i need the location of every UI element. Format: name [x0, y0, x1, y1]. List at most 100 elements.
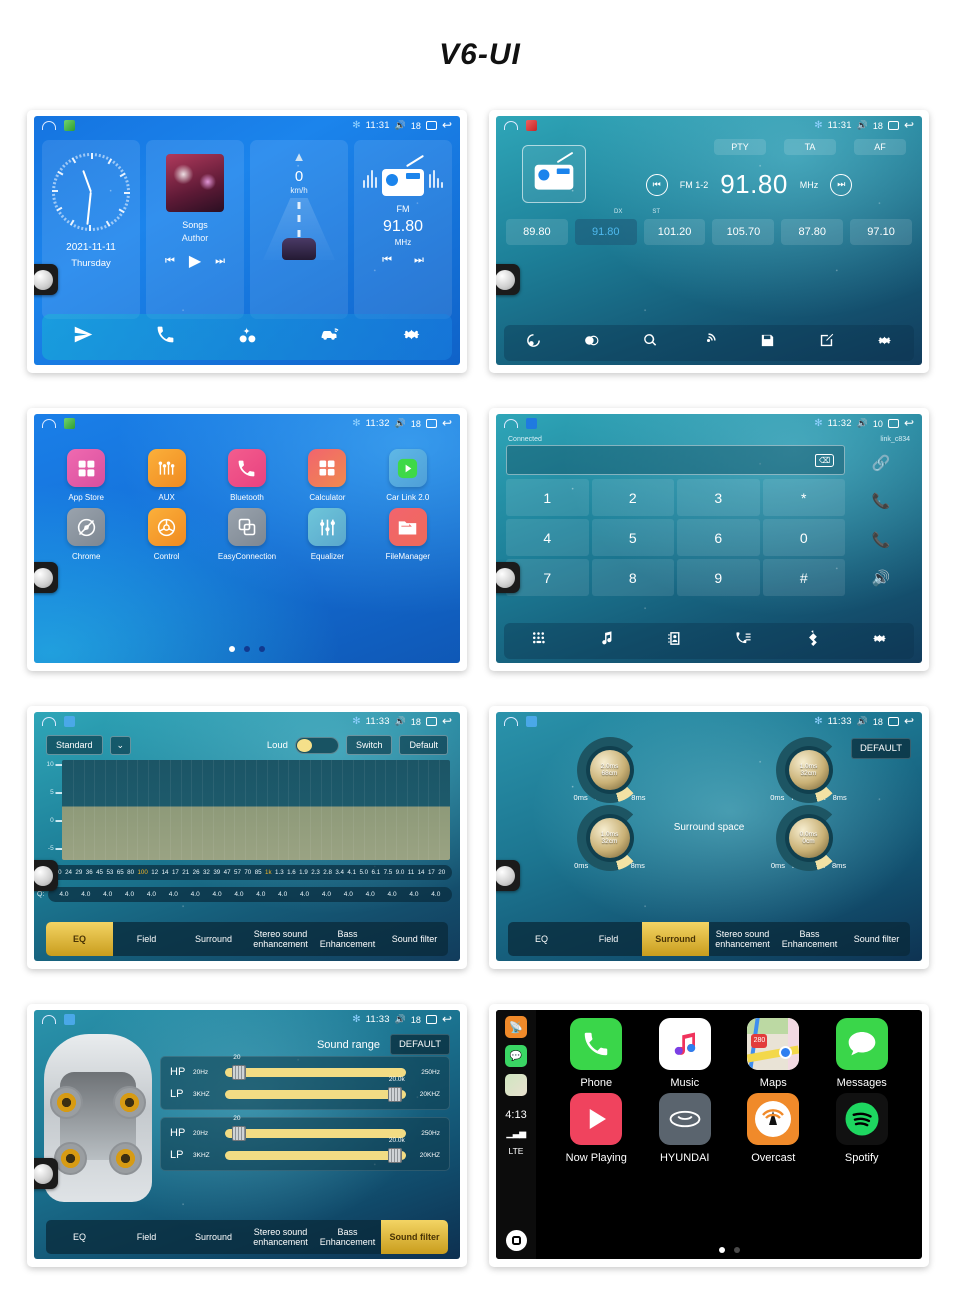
app-car-link-2-0[interactable]: Car Link 2.0 — [368, 449, 448, 502]
eq-q-value[interactable]: 4.0 — [213, 891, 222, 898]
carplay-page-dot[interactable] — [718, 1247, 725, 1253]
hardware-knob[interactable] — [496, 562, 520, 593]
dock-navigation-icon[interactable] — [73, 324, 94, 350]
keypad-icon[interactable] — [530, 630, 547, 652]
tab-eq[interactable]: EQ — [508, 922, 575, 956]
app-badge-icon[interactable] — [64, 418, 75, 429]
app-easyconnection[interactable]: EasyConnection — [207, 508, 287, 561]
eq-freq-label[interactable]: 100 — [137, 869, 147, 876]
eq-freq-label[interactable]: 24 — [65, 869, 72, 876]
edit-icon[interactable] — [818, 332, 835, 354]
eq-chart[interactable]: 10 ▬ 5 ▬ 0 ▬ -5 ▬ — [36, 760, 450, 860]
backspace-icon[interactable]: ⌫ — [815, 453, 834, 467]
carplay-page-dot[interactable] — [733, 1247, 740, 1253]
eq-q-value[interactable]: 4.0 — [409, 891, 418, 898]
search-icon[interactable] — [642, 332, 659, 354]
preset-5[interactable]: 87.80 — [781, 219, 844, 245]
app-badge-icon[interactable] — [64, 120, 75, 131]
call-log-icon[interactable] — [735, 630, 752, 652]
hardware-knob[interactable] — [496, 860, 520, 891]
knob-dial[interactable]: 2.0ms 68cm — [576, 737, 643, 803]
app-chrome[interactable]: Chrome — [46, 508, 126, 561]
dial-key-3[interactable]: 3 — [677, 479, 760, 516]
hardware-knob[interactable] — [34, 562, 58, 593]
tab-stereo-sound-enhancement[interactable]: Stereo sound enhancement — [247, 1220, 314, 1254]
tab-stereo-sound-enhancement[interactable]: Stereo sound enhancement — [709, 922, 776, 956]
back-icon[interactable]: ↩ — [904, 417, 914, 429]
eq-q-value[interactable]: 4.0 — [191, 891, 200, 898]
eq-freq-label[interactable]: 20 — [438, 869, 445, 876]
eq-freq-label[interactable]: 65 — [117, 869, 124, 876]
back-icon[interactable]: ↩ — [442, 417, 452, 429]
dial-key-5[interactable]: 5 — [591, 519, 674, 556]
contacts-icon[interactable] — [666, 630, 683, 652]
back-icon[interactable]: ↩ — [904, 119, 914, 131]
app-bluetooth[interactable]: Bluetooth — [207, 449, 287, 502]
eq-freq-label[interactable]: 17 — [428, 869, 435, 876]
eq-freq-label[interactable]: 53 — [106, 869, 113, 876]
back-icon[interactable]: ↩ — [442, 1013, 452, 1025]
default-button[interactable]: Default — [399, 735, 448, 755]
link-icon[interactable]: 🔗 — [850, 445, 912, 481]
tab-surround[interactable]: Surround — [180, 922, 247, 956]
stereo-icon[interactable] — [583, 332, 600, 354]
filter-slider[interactable]: 20 — [225, 1115, 406, 1141]
loud-toggle[interactable] — [294, 736, 339, 754]
surround-default-button[interactable]: DEFAULT — [850, 738, 911, 759]
tab-stereo-sound-enhancement[interactable]: Stereo sound enhancement — [247, 922, 314, 956]
tab-surround[interactable]: Surround — [642, 922, 709, 956]
tab-field[interactable]: Field — [113, 1220, 180, 1254]
eq-freq-label[interactable]: 1k — [265, 869, 272, 876]
filter-slider[interactable]: 20 — [225, 1054, 406, 1080]
dial-key-9[interactable]: 9 — [677, 559, 760, 596]
tab-sound-filter[interactable]: Sound filter — [381, 1220, 448, 1254]
carplay-app-hyundai[interactable]: HYUNDAI — [641, 1093, 730, 1164]
dock-apps-icon[interactable] — [237, 324, 258, 350]
filter-slider[interactable]: 20.0k — [225, 1076, 406, 1102]
maps-mini-icon[interactable] — [505, 1074, 527, 1096]
loudness-icon[interactable] — [525, 332, 542, 354]
eq-freq-label[interactable]: 1.9 — [299, 869, 308, 876]
eq-freq-label[interactable]: 57 — [234, 869, 241, 876]
back-icon[interactable]: ↩ — [442, 715, 452, 727]
eq-freq-label[interactable]: 9.0 — [396, 869, 405, 876]
speed-widget[interactable]: ▲ 0 km/h — [250, 140, 348, 319]
slider-thumb[interactable]: 20.0k — [387, 1076, 405, 1102]
hangup-icon[interactable]: 📞 — [850, 522, 912, 558]
page-dot[interactable] — [229, 646, 235, 652]
preset-1[interactable]: 89.80 — [506, 219, 568, 245]
eq-freq-label[interactable]: 36 — [86, 869, 93, 876]
slider-thumb[interactable]: 20.0k — [387, 1137, 405, 1163]
eq-freq-label[interactable]: 6.1 — [372, 869, 381, 876]
eq-q-value[interactable]: 4.0 — [278, 891, 287, 898]
ta-button[interactable]: TA — [784, 139, 836, 155]
home-icon[interactable] — [504, 717, 518, 726]
preset-4[interactable]: 105.70 — [712, 219, 775, 245]
play-icon[interactable]: ▶ — [189, 251, 201, 271]
home-icon[interactable] — [42, 1015, 56, 1024]
eq-freq-label[interactable]: 7.5 — [384, 869, 393, 876]
hardware-knob[interactable] — [34, 1158, 58, 1189]
hardware-knob[interactable] — [34, 264, 58, 295]
recents-icon[interactable] — [887, 121, 899, 130]
app-equalizer[interactable]: Equalizer — [287, 508, 367, 561]
dial-key-1[interactable]: 1 — [506, 479, 589, 516]
eq-q-value[interactable]: 4.0 — [388, 891, 397, 898]
eq-freq-label[interactable]: 32 — [203, 869, 210, 876]
eq-q-value[interactable]: 4.0 — [366, 891, 375, 898]
tab-field[interactable]: Field — [575, 922, 642, 956]
eq-freq-label[interactable]: 4.1 — [347, 869, 356, 876]
app-filemanager[interactable]: FileManager — [368, 508, 448, 561]
messages-mini-icon[interactable]: 💬 — [505, 1045, 527, 1067]
preset-6[interactable]: 97.10 — [850, 219, 912, 245]
dial-key-2[interactable]: 2 — [591, 479, 674, 516]
home-icon[interactable] — [504, 121, 518, 130]
hardware-knob[interactable] — [34, 860, 58, 891]
pty-button[interactable]: PTY — [714, 139, 766, 155]
eq-q-value[interactable]: 4.0 — [344, 891, 353, 898]
eq-freq-label[interactable]: 3.4 — [335, 869, 344, 876]
home-icon[interactable] — [42, 717, 56, 726]
speaker-icon[interactable]: 🔊 — [850, 561, 912, 597]
eq-freq-label[interactable]: 5.0 — [359, 869, 368, 876]
recents-icon[interactable] — [425, 419, 437, 428]
